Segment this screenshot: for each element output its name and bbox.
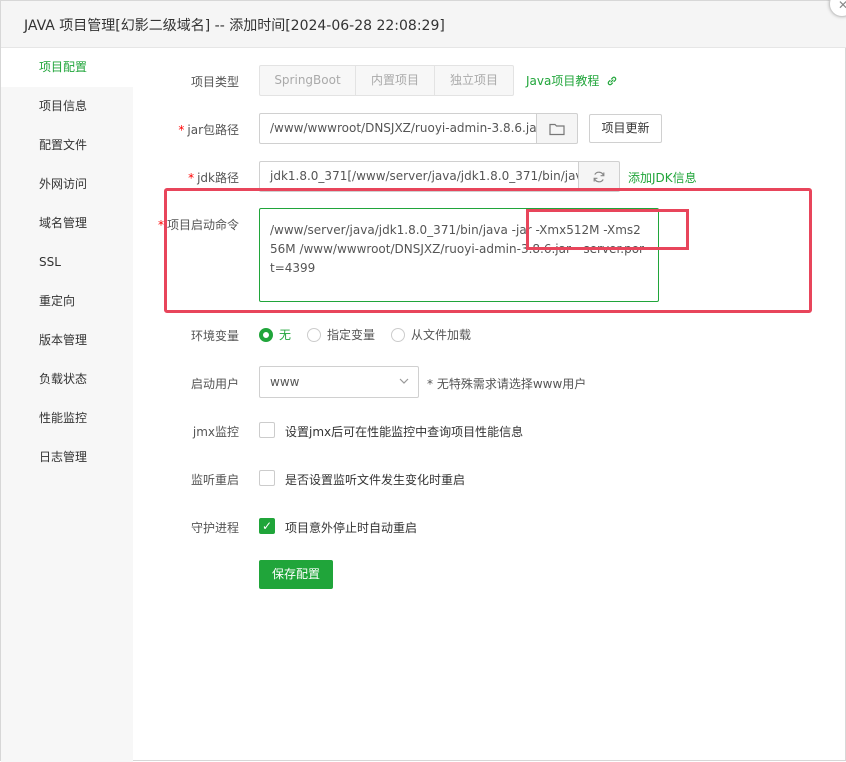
daemon-label: 守护进程 bbox=[190, 521, 239, 535]
start-user-value: www bbox=[270, 375, 300, 389]
radio-icon bbox=[307, 327, 321, 342]
env-vars-label: 环境变量 bbox=[190, 329, 239, 343]
env-radio-file[interactable]: 从文件加载 bbox=[391, 326, 471, 343]
highlight-box-inner bbox=[526, 209, 689, 250]
project-type-segmented: SpringBoot 内置项目 独立项目 bbox=[259, 65, 514, 96]
highlight-box-outer bbox=[164, 188, 812, 313]
jar-path-label: * jar包路径 bbox=[129, 121, 239, 138]
add-jdk-link[interactable]: 添加JDK信息 bbox=[628, 169, 697, 186]
start-user-hint: * 无特殊需求请选择www用户 bbox=[427, 377, 587, 391]
jar-path-browse-button[interactable] bbox=[536, 113, 578, 144]
env-radio-none-label: 无 bbox=[279, 328, 292, 342]
jdk-path-label-text: jdk路径 bbox=[197, 171, 239, 185]
jmx-checkbox[interactable] bbox=[259, 422, 275, 438]
env-radio-specify-label: 指定变量 bbox=[327, 328, 376, 342]
watch-restart-text: 是否设置监听文件发生变化时重启 bbox=[285, 473, 466, 487]
sidebar-item-version-management[interactable]: 版本管理 bbox=[1, 321, 133, 360]
watch-restart-checkbox[interactable] bbox=[259, 470, 275, 486]
required-mark: * bbox=[178, 123, 185, 137]
link-icon bbox=[607, 76, 617, 86]
sidebar-item-external-access[interactable]: 外网访问 bbox=[1, 165, 133, 204]
project-type-springboot[interactable]: SpringBoot bbox=[260, 66, 356, 95]
sidebar-item-redirect[interactable]: 重定向 bbox=[1, 282, 133, 321]
chevron-down-icon bbox=[399, 378, 409, 384]
save-config-button[interactable]: 保存配置 bbox=[259, 560, 333, 589]
daemon-text: 项目意外停止时自动重启 bbox=[285, 521, 418, 535]
sidebar-item-config-file[interactable]: 配置文件 bbox=[1, 126, 133, 165]
jmx-label: jmx监控 bbox=[192, 425, 239, 439]
project-type-label: 项目类型 bbox=[190, 75, 239, 89]
sidebar-item-load-status[interactable]: 负载状态 bbox=[1, 360, 133, 399]
env-radio-specify[interactable]: 指定变量 bbox=[307, 326, 375, 343]
jar-path-input[interactable]: /www/wwwroot/DNSJXZ/ruoyi-admin-3.8.6.ja… bbox=[259, 113, 537, 144]
folder-icon bbox=[549, 123, 565, 136]
env-radio-file-label: 从文件加载 bbox=[411, 328, 472, 342]
radio-icon bbox=[391, 327, 405, 342]
close-icon: ✕ bbox=[838, 0, 846, 12]
jar-path-label-text: jar包路径 bbox=[187, 123, 239, 137]
sidebar: 项目配置 项目信息 配置文件 外网访问 域名管理 SSL 重定向 版本管理 负载… bbox=[1, 48, 133, 762]
sidebar-item-project-info[interactable]: 项目信息 bbox=[1, 87, 133, 126]
check-icon: ✓ bbox=[261, 519, 273, 533]
sidebar-item-project-config[interactable]: 项目配置 bbox=[1, 48, 133, 87]
sidebar-item-log-management[interactable]: 日志管理 bbox=[1, 438, 133, 477]
start-user-select[interactable]: www bbox=[259, 366, 419, 398]
refresh-icon bbox=[593, 171, 605, 183]
sidebar-item-domain-management[interactable]: 域名管理 bbox=[1, 204, 133, 243]
java-project-dialog: JAVA 项目管理[幻影二级域名] -- 添加时间[2024-06-28 22:… bbox=[0, 0, 846, 762]
jmx-text: 设置jmx后可在性能监控中查询项目性能信息 bbox=[285, 425, 524, 439]
start-user-label: 启动用户 bbox=[190, 377, 239, 391]
daemon-checkbox[interactable]: ✓ bbox=[259, 518, 275, 534]
radio-selected-icon bbox=[259, 327, 273, 342]
java-tutorial-text: Java项目教程 bbox=[526, 74, 600, 88]
project-type-builtin[interactable]: 内置项目 bbox=[356, 66, 435, 95]
project-update-button[interactable]: 项目更新 bbox=[589, 114, 662, 143]
required-mark: * bbox=[188, 171, 195, 185]
env-radio-none[interactable]: 无 bbox=[259, 326, 291, 343]
dialog-title: JAVA 项目管理[幻影二级域名] -- 添加时间[2024-06-28 22:… bbox=[24, 18, 445, 34]
sidebar-item-performance-monitor[interactable]: 性能监控 bbox=[1, 399, 133, 438]
dialog-titlebar: JAVA 项目管理[幻影二级域名] -- 添加时间[2024-06-28 22:… bbox=[1, 1, 846, 48]
sidebar-item-ssl[interactable]: SSL bbox=[1, 243, 133, 282]
jdk-path-label: * jdk路径 bbox=[129, 169, 239, 186]
java-tutorial-link[interactable]: Java项目教程 bbox=[526, 72, 618, 89]
watch-restart-label: 监听重启 bbox=[190, 473, 239, 487]
project-type-standalone[interactable]: 独立项目 bbox=[435, 66, 513, 95]
